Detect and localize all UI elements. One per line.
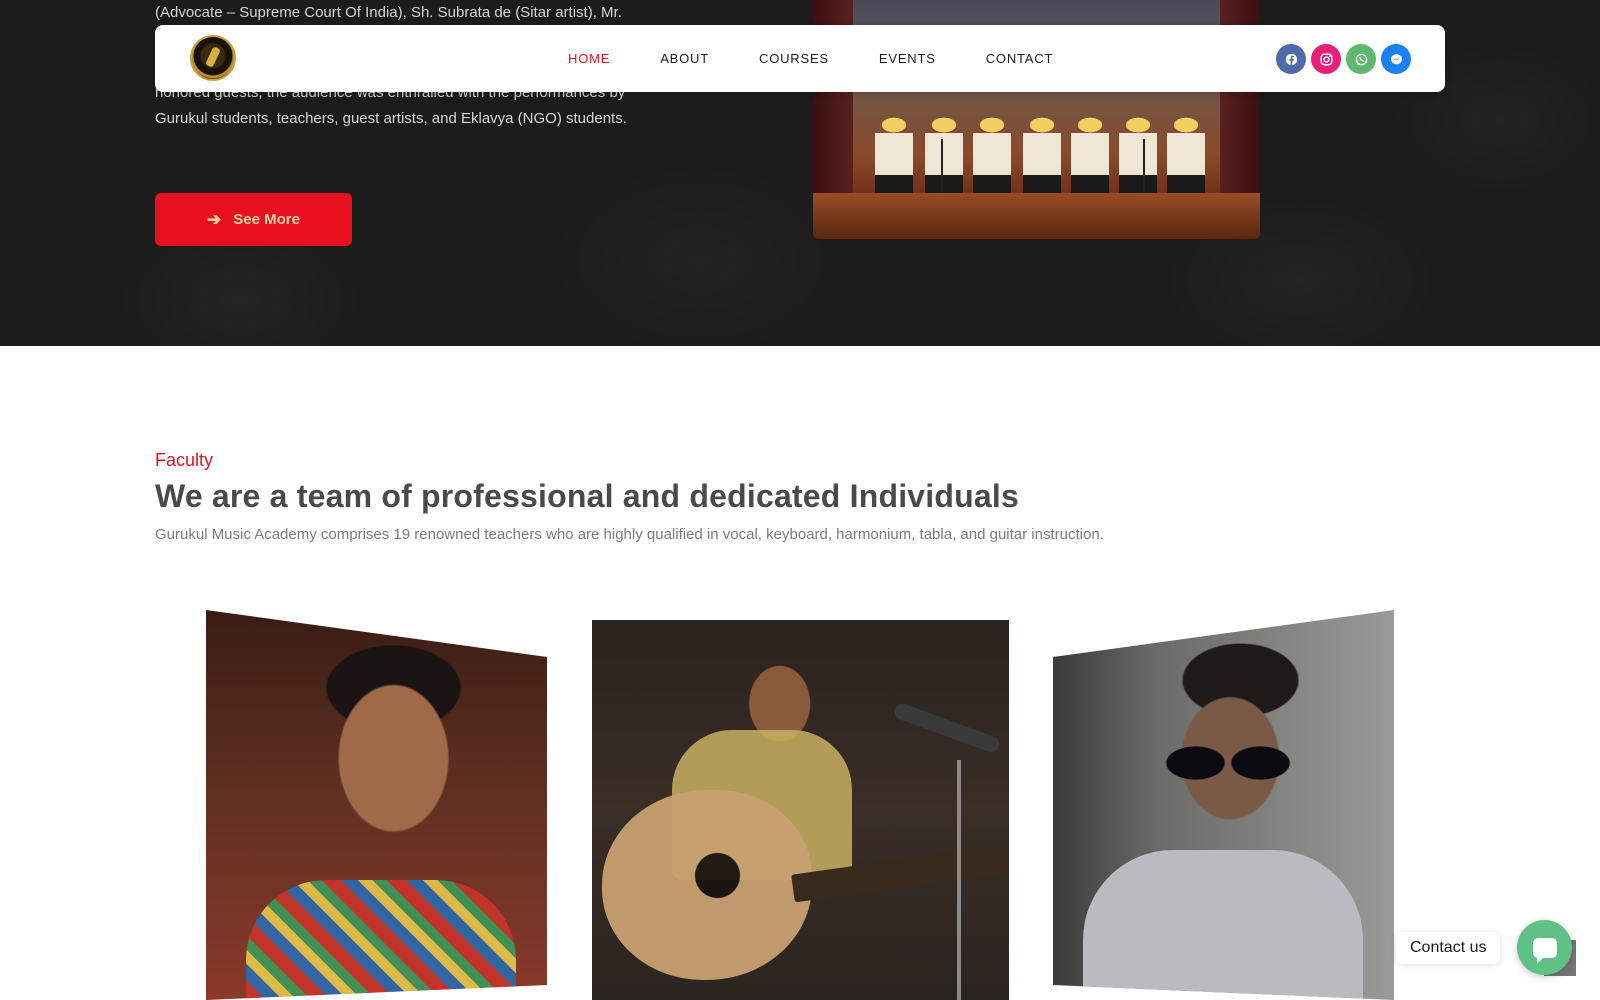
- instagram-icon[interactable]: [1311, 44, 1341, 74]
- contact-us-label[interactable]: Contact us: [1396, 932, 1501, 964]
- facebook-icon[interactable]: [1276, 44, 1306, 74]
- faculty-photo-3[interactable]: [1053, 610, 1394, 1000]
- messenger-icon[interactable]: [1381, 44, 1411, 74]
- faculty-title: We are a team of professional and dedica…: [155, 478, 1019, 514]
- see-more-label: See More: [233, 211, 300, 228]
- nav-contact[interactable]: CONTACT: [986, 51, 1053, 66]
- hero-text-line-3: Gurukul students, teachers, guest artist…: [155, 110, 627, 127]
- gurukul-logo[interactable]: [190, 35, 236, 81]
- whatsapp-icon[interactable]: [1346, 44, 1376, 74]
- see-more-button[interactable]: ➔ See More: [155, 193, 352, 246]
- nav-events[interactable]: EVENTS: [879, 51, 936, 66]
- main-navbar: HOME ABOUT COURSES EVENTS CONTACT: [155, 25, 1445, 92]
- faculty-eyebrow: Faculty: [155, 450, 214, 470]
- hero-text-line-1: (Advocate – Supreme Court Of India), Sh.…: [155, 4, 622, 21]
- nav-home[interactable]: HOME: [568, 51, 610, 66]
- social-links: [1276, 44, 1411, 74]
- faculty-description: Gurukul Music Academy comprises 19 renow…: [155, 526, 1104, 543]
- nav-about[interactable]: ABOUT: [660, 51, 709, 66]
- nav-courses[interactable]: COURSES: [759, 51, 829, 66]
- chat-icon: [1532, 937, 1557, 964]
- nav-menu: HOME ABOUT COURSES EVENTS CONTACT: [568, 25, 1103, 92]
- faculty-photo-2[interactable]: [592, 620, 1009, 1000]
- faculty-photo-1[interactable]: [206, 610, 547, 1000]
- contact-widget-button[interactable]: [1517, 920, 1572, 975]
- arrow-right-icon: ➔: [207, 210, 222, 229]
